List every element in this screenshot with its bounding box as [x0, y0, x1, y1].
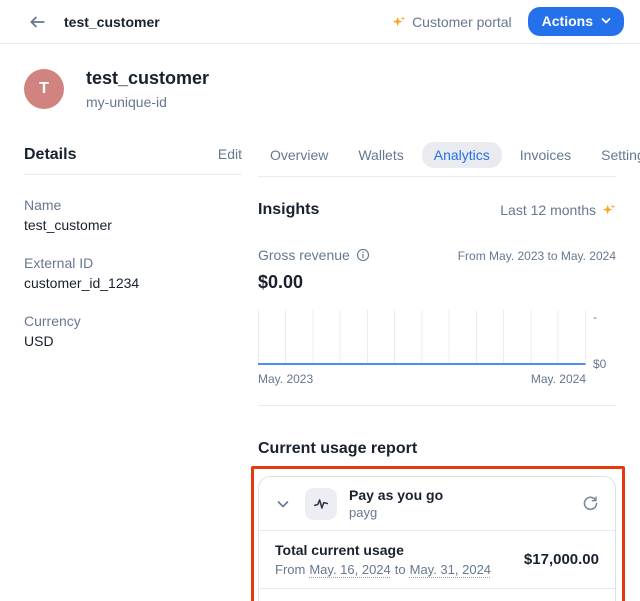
field-name: Name test_customer: [24, 197, 242, 233]
tabs-divider: [258, 176, 616, 177]
total-usage-amount: $17,000.00: [524, 551, 599, 568]
sparkle-icon: [602, 203, 616, 217]
total-usage-label: Total current usage: [275, 542, 491, 558]
chart-x-label-end: May. 2024: [531, 372, 586, 386]
customer-header: T test_customer my-unique-id: [0, 44, 640, 110]
actions-label: Actions: [542, 13, 593, 29]
period-end-date[interactable]: May. 31, 2024: [410, 562, 491, 577]
insights-bottom-divider: [258, 405, 616, 406]
chart-y-label-zero: $0: [593, 357, 606, 371]
period-prefix: From: [275, 562, 305, 577]
chevron-down-icon: [600, 15, 612, 27]
pulse-icon: [312, 495, 330, 513]
customer-portal-link[interactable]: Customer portal: [392, 14, 512, 30]
plan-name: Pay as you go: [349, 487, 443, 503]
chart-date-range: From May. 2023 to May. 2024: [458, 249, 616, 263]
tab-analytics[interactable]: Analytics: [422, 142, 502, 168]
page-title: test_customer: [64, 14, 160, 30]
plan-header-row: Pay as you go payg: [259, 477, 615, 530]
details-title: Details: [24, 146, 76, 164]
field-currency: Currency USD: [24, 313, 242, 349]
field-label: External ID: [24, 255, 242, 271]
period-start-date[interactable]: May. 16, 2024: [309, 562, 390, 577]
tab-invoices[interactable]: Invoices: [508, 142, 583, 168]
field-value: test_customer: [24, 217, 242, 233]
tab-wallets[interactable]: Wallets: [346, 142, 415, 168]
top-bar: test_customer Customer portal Actions: [0, 0, 640, 44]
period-selector[interactable]: Last 12 months: [500, 202, 616, 218]
sparkle-icon: [392, 15, 406, 29]
field-label: Name: [24, 197, 242, 213]
actions-button[interactable]: Actions: [528, 7, 624, 36]
tab-overview[interactable]: Overview: [258, 142, 340, 168]
collapse-chevron-icon[interactable]: [275, 496, 291, 512]
field-value: USD: [24, 333, 242, 349]
insights-title: Insights: [258, 201, 319, 219]
back-arrow-icon[interactable]: [28, 13, 46, 31]
customer-name: test_customer: [86, 68, 209, 89]
charge-row-tokens: Tokens openai_tokens: [259, 589, 615, 601]
refresh-icon[interactable]: [582, 495, 599, 512]
details-panel: Details Edit Name test_customer External…: [24, 146, 242, 601]
plan-icon-box: [305, 488, 337, 520]
field-label: Currency: [24, 313, 242, 329]
info-icon[interactable]: [356, 248, 370, 262]
tab-settings[interactable]: Settings: [589, 142, 640, 168]
usage-report-card: Pay as you go payg Total current usage: [258, 476, 616, 601]
tab-bar: Overview Wallets Analytics Invoices Sett…: [258, 142, 616, 168]
plan-code: payg: [349, 505, 443, 520]
period-joiner: to: [395, 562, 406, 577]
customer-external-id: my-unique-id: [86, 94, 209, 110]
field-value: customer_id_1234: [24, 275, 242, 291]
gross-revenue-chart: - $0 May. 2023 May. 2024: [258, 310, 616, 386]
total-usage-row: Total current usage From May. 16, 2024 t…: [259, 531, 615, 588]
chart-x-label-start: May. 2023: [258, 372, 313, 386]
usage-report-title: Current usage report: [258, 440, 616, 458]
avatar: T: [24, 69, 64, 109]
chart-plot-area: [258, 310, 586, 365]
gross-revenue-value: $0.00: [258, 272, 370, 293]
edit-button[interactable]: Edit: [218, 146, 242, 162]
field-external-id: External ID customer_id_1234: [24, 255, 242, 291]
customer-portal-label: Customer portal: [412, 14, 512, 30]
details-divider: [24, 174, 242, 175]
period-label: Last 12 months: [500, 202, 596, 218]
gross-revenue-label: Gross revenue: [258, 247, 350, 263]
usage-period: From May. 16, 2024 to May. 31, 2024: [275, 562, 491, 577]
chart-y-label-top: -: [593, 310, 597, 324]
